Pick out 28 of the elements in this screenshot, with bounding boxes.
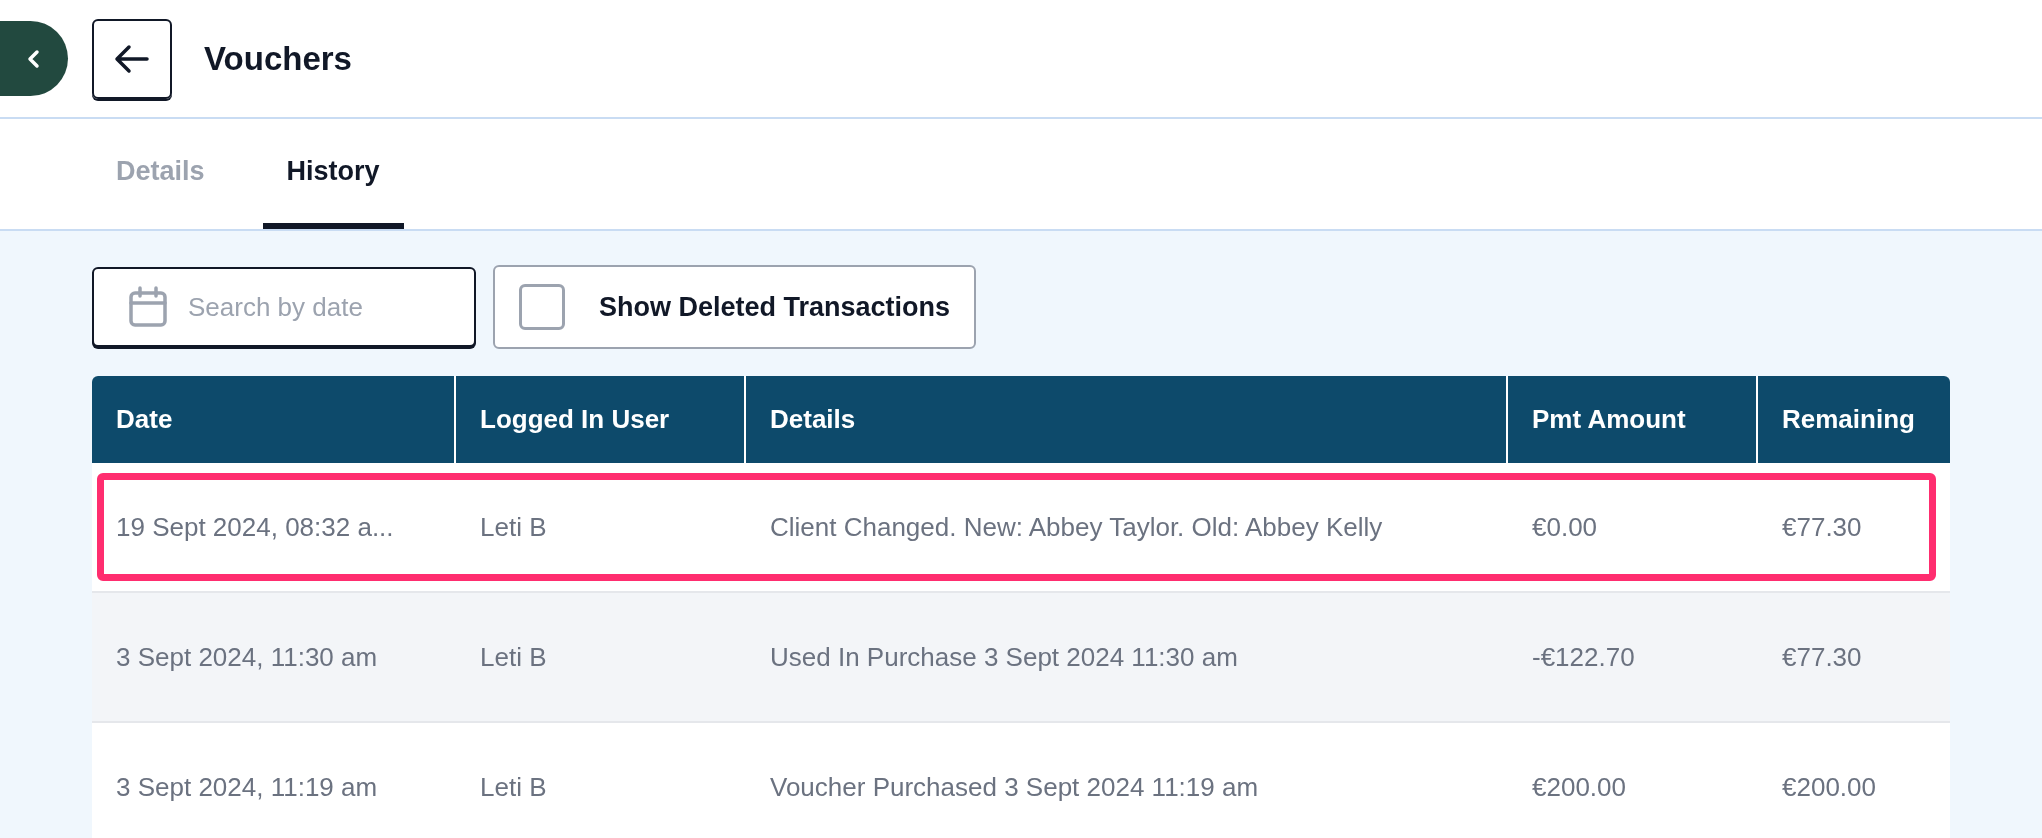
table-cell-text: Voucher Purchased 3 Sept 2024 11:19 am [769, 770, 1260, 804]
tab[interactable]: Details [92, 119, 229, 229]
tab[interactable]: History [262, 119, 404, 229]
table-cell-text: €0.00 [1531, 510, 1599, 544]
table-cell-text: €77.30 [1781, 510, 1863, 544]
table-cell-text: €200.00 [1531, 770, 1627, 804]
date-search-field[interactable]: Search by date [92, 267, 476, 347]
table-cell-text: Leti B [479, 770, 548, 804]
collapse-button[interactable] [0, 21, 68, 96]
table-cell-text: 3 Sept 2024, 11:19 am [115, 770, 379, 804]
table-cell-text: Client Changed. New: Abbey Taylor. Old: Abbey Kelly [769, 510, 1384, 544]
table-cell-text: €200.00 [1781, 770, 1877, 804]
page-title: Vouchers [204, 38, 352, 79]
table-cell-text: 19 Sept 2024, 08:32 a... [115, 510, 395, 544]
column-header: Remaining [1781, 403, 1916, 436]
back-button[interactable] [92, 18, 172, 99]
checkbox-label: Show Deleted Transactions [599, 290, 951, 324]
show-deleted-toggle[interactable]: Show Deleted Transactions [493, 265, 977, 349]
table-cell-text: Leti B [479, 640, 548, 674]
checkbox[interactable] [519, 284, 565, 330]
table-cell-text: Leti B [479, 510, 548, 544]
table-cell-text: Used In Purchase 3 Sept 2024 11:30 am [769, 640, 1239, 674]
arrow-left-icon [114, 43, 150, 74]
table-cell-text: €77.30 [1781, 640, 1863, 674]
table-cell-text: -€122.70 [1531, 640, 1636, 674]
table-row[interactable]: 3 Sept 2024, 11:30 am Leti B Used In Purchase 3 Sept 2024 11:30 am -€122.70 €77.30 [92, 593, 1950, 723]
table-cell-text: 3 Sept 2024, 11:30 am [115, 640, 379, 674]
calendar-icon [128, 286, 168, 328]
